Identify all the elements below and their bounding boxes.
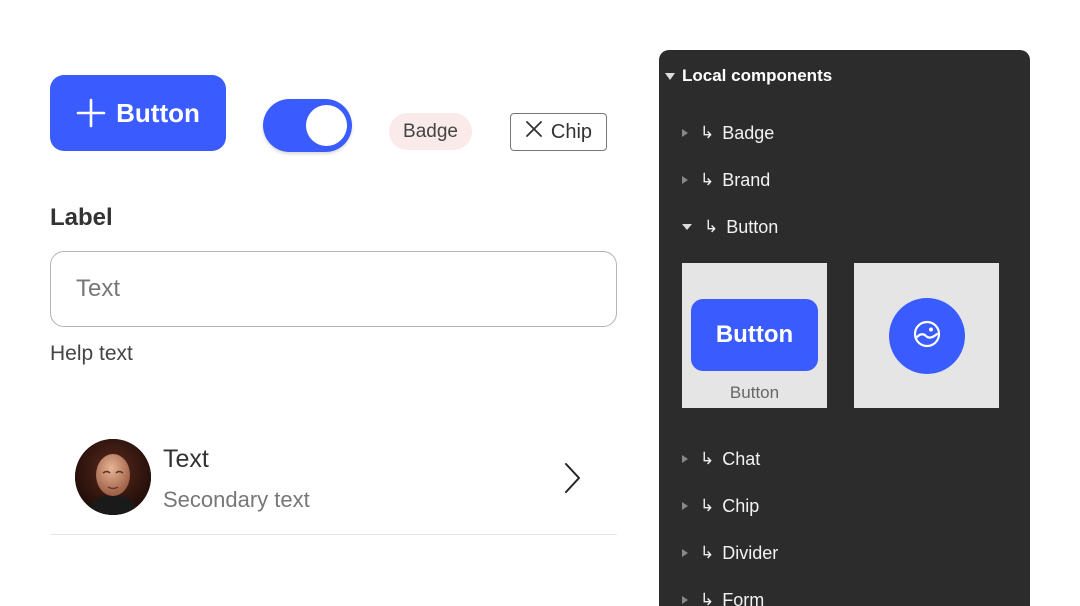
list-item-title: Text [163,445,209,473]
button-preview-label: Button [715,321,794,348]
field-label: Label [50,204,113,231]
badge-label: Badge [403,120,458,142]
text-input[interactable] [50,251,617,327]
close-icon[interactable] [525,120,543,144]
return-arrow-icon: ↳ [700,123,715,142]
tree-item-label: Brand [722,169,771,190]
avatar [75,439,151,515]
tree-item-form[interactable]: ↳ Form [682,588,764,606]
add-button[interactable]: Button [50,75,226,151]
thumbnail-caption: Button [729,383,780,402]
plus-icon [76,98,106,128]
badge: Badge [389,113,472,150]
chip[interactable]: Chip [510,113,607,151]
panel-header-label: Local components [682,66,833,85]
tree-item-chat[interactable]: ↳ Chat [682,447,760,471]
caret-down-icon [665,72,675,80]
return-arrow-icon: ↳ [700,590,715,606]
help-text: Help text [50,342,133,365]
caret-right-icon [682,129,688,137]
tree-item-brand[interactable]: ↳ Brand [682,168,770,192]
icon-button-preview [889,298,965,374]
caret-right-icon [682,176,688,184]
icon-button-thumbnail[interactable] [854,263,999,408]
caret-right-icon [682,549,688,557]
caret-right-icon [682,502,688,510]
tree-item-label: Badge [722,122,775,143]
local-components-panel: Local components ↳ Badge ↳ Brand ↳ Butto… [659,50,1030,606]
list-item[interactable]: Text Secondary text [50,420,617,535]
toggle-switch[interactable] [263,99,352,152]
panel-header[interactable]: Local components [665,66,832,86]
return-arrow-icon: ↳ [704,217,719,236]
add-button-label: Button [116,97,200,128]
tree-item-label: Divider [722,542,779,563]
caret-right-icon [682,596,688,604]
tree-item-chip[interactable]: ↳ Chip [682,494,759,518]
tree-item-label: Chip [722,495,760,516]
caret-right-icon [682,455,688,463]
return-arrow-icon: ↳ [700,449,715,468]
chevron-right-icon [562,462,582,499]
return-arrow-icon: ↳ [700,170,715,189]
return-arrow-icon: ↳ [700,543,715,562]
chip-label: Chip [550,120,593,143]
tree-item-button[interactable]: ↳ Button [682,215,778,239]
caret-down-icon [682,224,692,230]
tree-item-label: Form [722,589,765,606]
button-preview: Button [691,299,818,371]
button-component-thumbnail[interactable]: Button Button [682,263,827,408]
tree-item-label: Button [726,216,779,237]
list-item-subtitle: Secondary text [163,487,310,512]
tree-item-divider[interactable]: ↳ Divider [682,541,778,565]
tree-item-label: Chat [722,448,761,469]
toggle-knob [306,105,347,146]
return-arrow-icon: ↳ [700,496,715,515]
image-icon [912,319,942,354]
tree-item-badge[interactable]: ↳ Badge [682,121,774,145]
